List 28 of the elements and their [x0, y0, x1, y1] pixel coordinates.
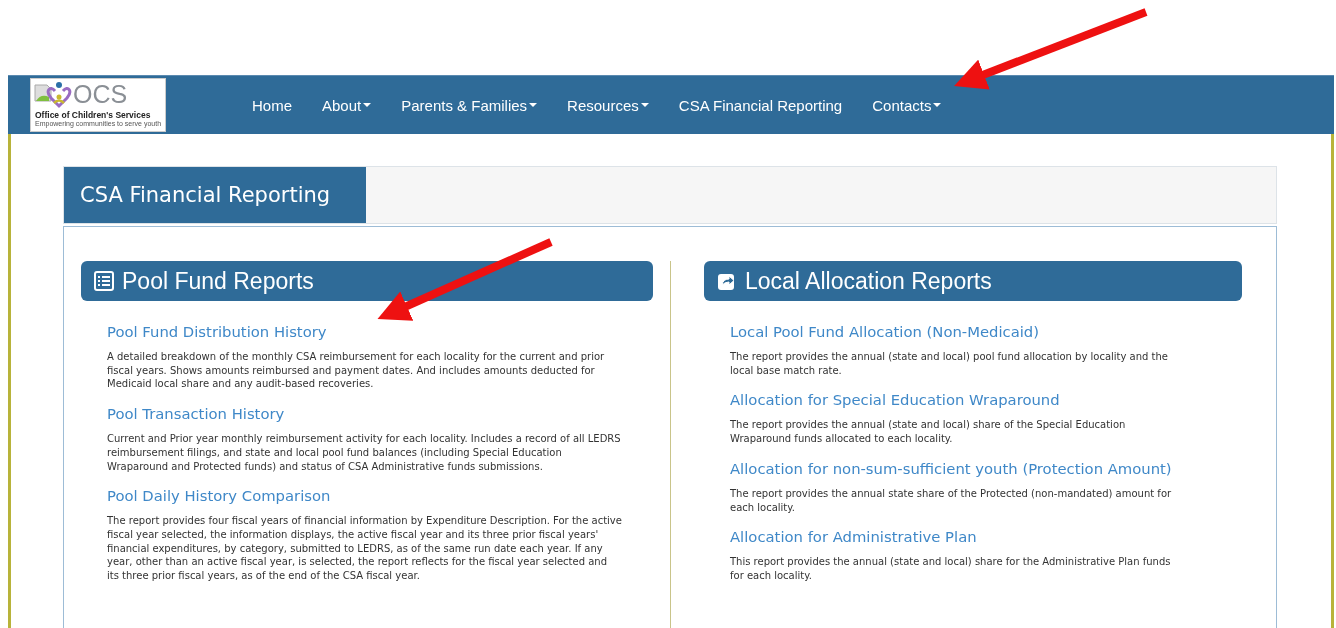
nav-link[interactable]: Home: [252, 96, 292, 114]
report-description: The report provides the annual (state and local) pool fund allocation by locality and the local base match rate.: [730, 350, 1169, 378]
nav-link[interactable]: Parents & Families: [401, 96, 538, 114]
report-link[interactable]: Allocation for Special Education Wraparound: [730, 391, 1242, 409]
report-description: The report provides the annual state share of the Protected (non-mandated) amount for each locality.: [730, 486, 1173, 515]
section-title: Local Allocation Reports: [745, 267, 992, 295]
share-icon: [717, 271, 737, 291]
report-description: The report provides four fiscal years of financial information by Expenditure Description. For the active fiscal year selected, the information displays, the active fiscal year and its three prior fiscal years' financial expenditures, by category, submitted to LEDRS, as of the same run date each year. If any year, other than an active fiscal year, is selected, the report reflects for the fiscal year selected and its three prior fiscal years, as of the end of the CSA fiscal year.: [107, 514, 622, 583]
report-link[interactable]: Allocation for non-sum-sufficient youth (Protection Amount): [730, 459, 1242, 477]
logo-name: Office of Children's Services: [35, 110, 151, 120]
report-description: A detailed breakdown of the monthly CSA reimbursement for each locality for the current and prior fiscal years. Shows amounts reimbursed and payment dates. And includes amounts deducted for Medicaid local share and any audit-based recoveries.: [107, 350, 606, 392]
report-link[interactable]: Allocation for Administrative Plan: [730, 528, 1242, 546]
report-link[interactable]: Pool Transaction History: [107, 405, 653, 423]
report-link[interactable]: Pool Daily History Comparison: [107, 487, 653, 505]
report-link[interactable]: Local Pool Fund Allocation (Non-Medicaid): [730, 323, 1242, 340]
nav-link[interactable]: Resources: [567, 96, 649, 114]
list-icon: [94, 271, 114, 291]
nav-link[interactable]: CSA Financial Reporting: [678, 96, 843, 114]
section-title: Pool Fund Reports: [122, 267, 314, 295]
nav-link[interactable]: Contacts: [872, 96, 942, 114]
report-description: Current and Prior year monthly reimbursement activity for each locality. Includes a record of all LEDRS reimbursement filings, and state and local pool fund balances (including Special Education Wraparound and Protected funds) and status of CSA Administrative funds submissions.: [107, 432, 622, 474]
report-description: This report provides the annual (state and local) share for the Administrative Plan funds for each locality.: [730, 555, 1172, 583]
report-description: The report provides the annual (state and local) share of the Special Education Wraparound funds allocated to each locality.: [730, 418, 1127, 446]
family-heart-icon: [33, 81, 73, 111]
report-link[interactable]: Pool Fund Distribution History: [107, 323, 653, 340]
logo-wordmark: OCS: [73, 82, 128, 107]
nav-link[interactable]: About: [322, 96, 372, 114]
page-title: CSA Financial Reporting: [64, 167, 366, 223]
